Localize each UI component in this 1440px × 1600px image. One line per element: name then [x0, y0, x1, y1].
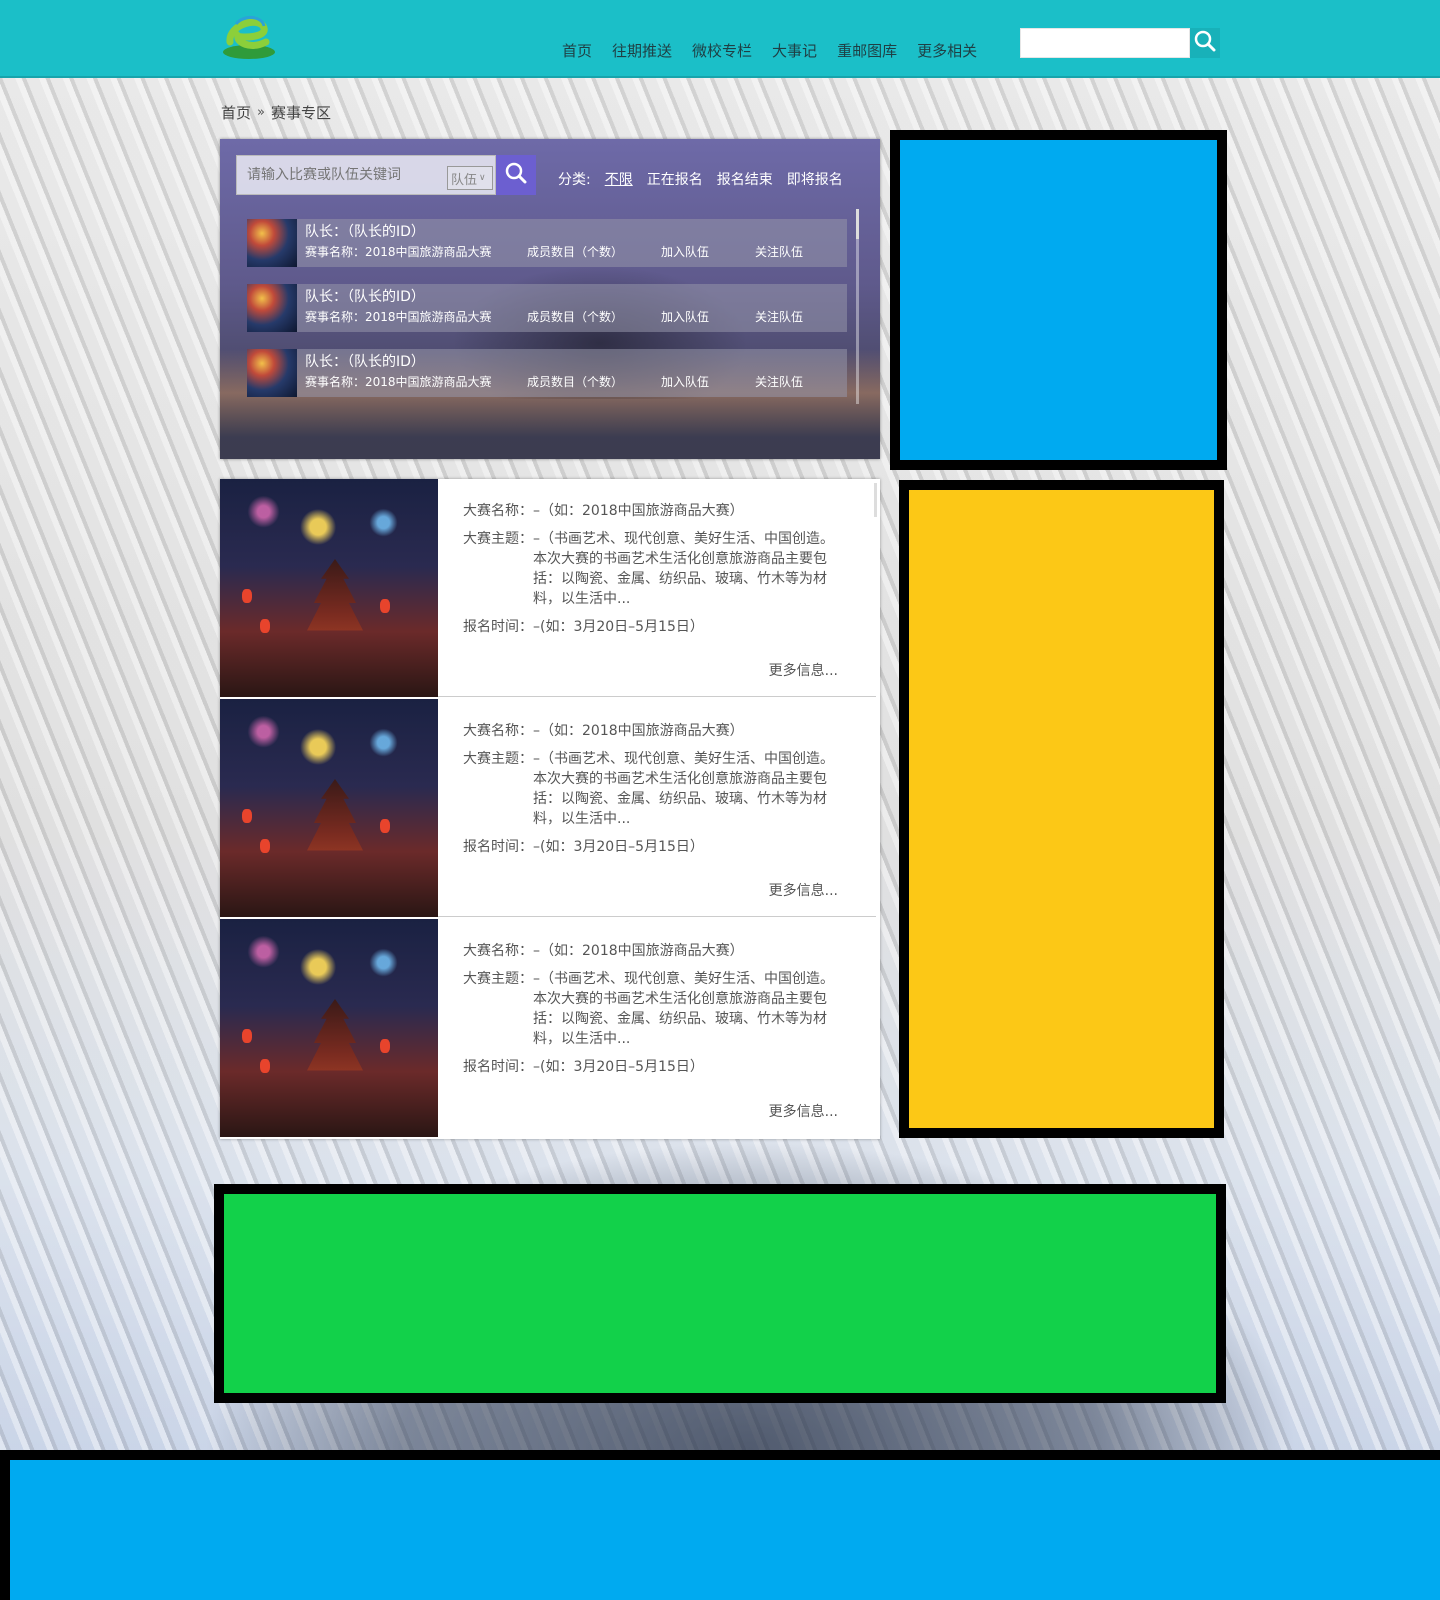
team-contest: 赛事名称：2018中国旅游商品大赛 [305, 245, 492, 259]
team-search: 队伍 ∨ [236, 155, 536, 195]
team-member-count: 成员数目（个数） [527, 375, 624, 389]
team-thumbnail [247, 219, 297, 267]
contest-time-label: 报名时间： [463, 1059, 533, 1075]
contest-theme: –（书画艺术、现代创意、美好生活、中国创造。本次大赛的书画艺术生活化创意旅游商品… [533, 531, 834, 607]
breadcrumb-separator: » [257, 105, 265, 120]
sidebar-bottom-placeholder [899, 480, 1224, 1138]
contest-item: 大赛名称： –（如：2018中国旅游商品大赛） 大赛主题： –（书画艺术、现代创意、… [220, 699, 876, 917]
team-list-scrollbar[interactable] [856, 209, 859, 404]
contest-theme-label: 大赛主题： [463, 531, 533, 547]
nav-milestones[interactable]: 大事记 [772, 40, 817, 61]
team-thumbnail [247, 284, 297, 332]
contest-time-label: 报名时间： [463, 619, 533, 635]
join-team-button[interactable]: 加入队伍 [661, 373, 709, 390]
site-footer [0, 1450, 1440, 1600]
contest-theme-label: 大赛主题： [463, 751, 533, 767]
contest-name: –（如：2018中国旅游商品大赛） [533, 723, 744, 739]
chevron-down-icon: ∨ [479, 173, 486, 183]
team-panel: 队伍 ∨ 分类: 不限 正在报名 报名结束 即将报名 队长：（队长的ID） 赛事… [220, 139, 880, 459]
nav-more[interactable]: 更多相关 [917, 40, 977, 61]
team-member-count: 成员数目（个数） [527, 310, 624, 324]
contest-name: –（如：2018中国旅游商品大赛） [533, 943, 744, 959]
category-filters: 分类: 不限 正在报名 报名结束 即将报名 [558, 169, 843, 189]
nav-gallery[interactable]: 重邮图库 [837, 40, 897, 61]
nav-home[interactable]: 首页 [562, 40, 592, 61]
contest-item: 大赛名称： –（如：2018中国旅游商品大赛） 大赛主题： –（书画艺术、现代创意、… [220, 479, 876, 697]
contest-image[interactable] [220, 479, 438, 697]
team-list: 队长：（队长的ID） 赛事名称：2018中国旅游商品大赛 成员数目（个数） 加入… [247, 219, 847, 409]
team-contest: 赛事名称：2018中国旅游商品大赛 [305, 375, 492, 389]
contest-item: 大赛名称： –（如：2018中国旅游商品大赛） 大赛主题： –（书画艺术、现代创意、… [220, 919, 876, 1137]
contest-theme: –（书画艺术、现代创意、美好生活、中国创造。本次大赛的书画艺术生活化创意旅游商品… [533, 751, 834, 827]
contest-info: 大赛名称： –（如：2018中国旅游商品大赛） 大赛主题： –（书画艺术、现代创意、… [463, 941, 843, 1085]
contest-time: –(如：3月20日–5月15日） [533, 619, 704, 635]
header-search-input[interactable] [1020, 28, 1190, 58]
contest-name-label: 大赛名称： [463, 723, 533, 739]
contest-theme: –（书画艺术、现代创意、美好生活、中国创造。本次大赛的书画艺术生活化创意旅游商品… [533, 971, 834, 1047]
contest-name-label: 大赛名称： [463, 943, 533, 959]
filter-upcoming[interactable]: 即将报名 [787, 169, 843, 189]
more-info-link[interactable]: 更多信息... [769, 1101, 838, 1121]
team-member-count: 成员数目（个数） [527, 245, 624, 259]
search-icon [505, 162, 527, 188]
breadcrumb-home[interactable]: 首页 [221, 102, 251, 123]
team-captain: 队长：（队长的ID） [305, 354, 425, 370]
team-search-input[interactable] [237, 156, 437, 194]
contest-theme-label: 大赛主题： [463, 971, 533, 987]
main-nav: 首页 往期推送 微校专栏 大事记 重邮图库 更多相关 [562, 40, 977, 61]
filter-label: 分类: [558, 172, 591, 188]
sidebar-top-placeholder [890, 130, 1227, 470]
contest-info: 大赛名称： –（如：2018中国旅游商品大赛） 大赛主题： –（书画艺术、现代创意、… [463, 721, 843, 865]
team-row[interactable]: 队长：（队长的ID） 赛事名称：2018中国旅游商品大赛 成员数目（个数） 加入… [247, 349, 847, 397]
team-thumbnail [247, 349, 297, 397]
nav-past-posts[interactable]: 往期推送 [612, 40, 672, 61]
filter-registering[interactable]: 正在报名 [647, 169, 703, 189]
team-search-button[interactable] [496, 155, 536, 195]
team-contest: 赛事名称：2018中国旅游商品大赛 [305, 310, 492, 324]
breadcrumb: 首页 » 赛事专区 [221, 102, 331, 123]
bottom-banner-placeholder [214, 1184, 1226, 1403]
team-row[interactable]: 队长：（队长的ID） 赛事名称：2018中国旅游商品大赛 成员数目（个数） 加入… [247, 219, 847, 267]
team-captain: 队长：（队长的ID） [305, 224, 425, 240]
site-header: 首页 往期推送 微校专栏 大事记 重邮图库 更多相关 [0, 0, 1440, 78]
team-search-type-value: 队伍 [451, 172, 478, 188]
contest-list: 大赛名称： –（如：2018中国旅游商品大赛） 大赛主题： –（书画艺术、现代创意、… [220, 479, 880, 1139]
team-search-type-select[interactable]: 队伍 ∨ [447, 166, 493, 190]
search-icon [1194, 30, 1216, 56]
join-team-button[interactable]: 加入队伍 [661, 308, 709, 325]
more-info-link[interactable]: 更多信息... [769, 660, 838, 680]
join-team-button[interactable]: 加入队伍 [661, 243, 709, 260]
contest-time-label: 报名时间： [463, 839, 533, 855]
contest-time: –(如：3月20日–5月15日） [533, 839, 704, 855]
contest-time: –(如：3月20日–5月15日） [533, 1059, 704, 1075]
follow-team-button[interactable]: 关注队伍 [755, 308, 803, 325]
more-info-link[interactable]: 更多信息... [769, 880, 838, 900]
contest-image[interactable] [220, 919, 438, 1137]
site-logo[interactable] [220, 12, 278, 62]
contest-name: –（如：2018中国旅游商品大赛） [533, 503, 744, 519]
team-search-box: 队伍 ∨ [236, 155, 496, 195]
follow-team-button[interactable]: 关注队伍 [755, 373, 803, 390]
team-row[interactable]: 队长：（队长的ID） 赛事名称：2018中国旅游商品大赛 成员数目（个数） 加入… [247, 284, 847, 332]
header-search [1020, 28, 1220, 58]
breadcrumb-current: 赛事专区 [270, 104, 331, 122]
header-search-button[interactable] [1190, 28, 1220, 58]
contest-image[interactable] [220, 699, 438, 917]
filter-registration-closed[interactable]: 报名结束 [717, 169, 773, 189]
contest-name-label: 大赛名称： [463, 503, 533, 519]
team-captain: 队长：（队长的ID） [305, 289, 425, 305]
contest-info: 大赛名称： –（如：2018中国旅游商品大赛） 大赛主题： –（书画艺术、现代创意、… [463, 501, 843, 645]
filter-unlimited[interactable]: 不限 [605, 169, 633, 189]
nav-micro-school[interactable]: 微校专栏 [692, 40, 752, 61]
follow-team-button[interactable]: 关注队伍 [755, 243, 803, 260]
